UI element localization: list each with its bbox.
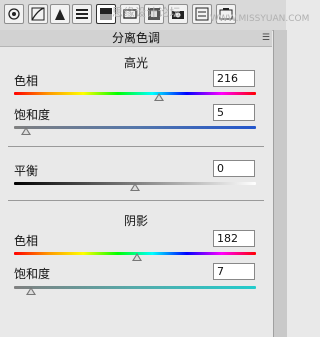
balance-label: 平衡 [14,164,39,178]
divider [8,146,264,147]
toolbar: 思缘设计论坛 WWW.MISSYUAN.COM [0,0,309,31]
shadows-title: 阴影 [123,214,148,228]
highlights-hue-slider[interactable] [14,92,256,95]
shadows-hue-input[interactable]: 182 [213,230,255,247]
highlights-hue-label: 色相 [14,74,39,88]
highlights-saturation-input[interactable]: 5 [213,104,255,121]
detail-icon[interactable] [50,4,70,24]
highlights-hue-thumb[interactable] [154,93,165,101]
panel-title: 分离色调 [111,31,160,45]
divider [8,200,264,201]
highlights-saturation-label: 饱和度 [14,108,51,122]
shadows-hue-thumb[interactable] [132,253,143,261]
shadows-hue-label: 色相 [14,234,39,248]
highlights-saturation-thumb[interactable] [21,127,32,135]
balance-thumb[interactable] [130,183,140,191]
shadows-saturation-thumb[interactable] [25,287,36,295]
hsl-icon[interactable] [72,4,92,24]
shadows-saturation-slider[interactable] [14,286,256,289]
highlights-saturation-slider[interactable] [14,126,256,129]
aperture-icon[interactable] [4,4,24,24]
presets-icon[interactable] [192,4,212,24]
watermark-text: 思缘设计论坛 [112,6,181,19]
panel-menu-icon[interactable]: ☰ [262,30,270,46]
balance-input[interactable]: 0 [213,160,255,177]
shadows-saturation-label: 饱和度 [14,267,51,281]
panel-header: 分离色调 ☰ [0,30,272,47]
scrollbar[interactable] [273,30,287,337]
highlights-title: 高光 [123,56,148,70]
watermark-url: WWW.MISSYUAN.COM [210,14,310,24]
shadows-saturation-input[interactable]: 7 [213,263,255,280]
tone-curve-icon[interactable] [28,4,48,24]
highlights-hue-input[interactable]: 216 [213,70,255,87]
